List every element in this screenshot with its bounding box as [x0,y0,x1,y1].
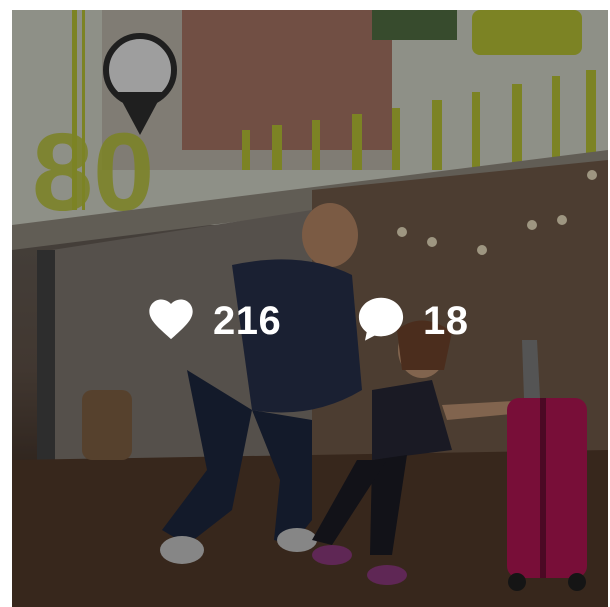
post-thumbnail-frame: 80 216 18 [0,0,610,607]
post-photo[interactable]: 80 216 18 [12,10,608,607]
comments-stat[interactable]: 18 [355,293,469,349]
comment-bubble-icon [355,295,407,347]
heart-icon [145,295,197,347]
likes-stat[interactable]: 216 [145,293,281,349]
comments-count: 18 [423,299,469,343]
likes-count: 216 [213,299,282,343]
post-stats-overlay: 216 18 [12,10,608,607]
